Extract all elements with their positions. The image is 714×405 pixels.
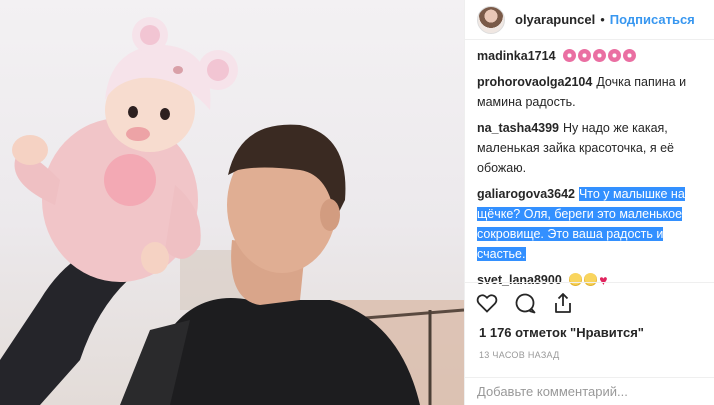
flower-emoji-icon [623,49,637,62]
comments-list: madinka1714 prohorovaolga2104 Дочка папин… [477,46,713,296]
post-header: olyarapuncel • Подписаться [465,0,714,40]
add-comment-box [465,377,714,405]
comment-icon[interactable] [513,291,537,315]
post-timestamp: 13 ЧАСОВ НАЗАД [479,350,560,360]
follow-button[interactable]: Подписаться [610,12,695,27]
post-side-panel: olyarapuncel • Подписаться madinka1714 p… [464,0,714,405]
comment-item: madinka1714 [477,46,713,66]
comment-item: na_tasha4399 Ну надо же какая, маленькая … [477,118,713,178]
comment-item: prohorovaolga2104 Дочка папина и мамина р… [477,72,713,112]
add-comment-input[interactable] [477,384,697,399]
comment-username[interactable]: prohorovaolga2104 [477,75,592,89]
share-icon[interactable] [551,291,575,315]
flower-emoji-icon [593,49,607,62]
likes-count[interactable]: 1 176 отметок "Нравится" [479,325,644,340]
comment-username[interactable]: galiarogova3642 [477,187,575,201]
post-photo[interactable] [0,0,464,405]
flower-emoji-icon [563,49,577,62]
author-avatar[interactable] [477,5,505,34]
comment-item: galiarogova3642 Что у малышке на щёчке? О… [477,184,713,264]
flower-emoji-icon [608,49,622,62]
photo-illustration [0,17,464,405]
comment-username[interactable]: madinka1714 [477,49,556,63]
flower-emoji-icon [578,49,592,62]
post-actions-bar [465,282,714,322]
author-username[interactable]: olyarapuncel [515,12,595,27]
comment-username[interactable]: na_tasha4399 [477,121,559,135]
header-separator: • [600,12,605,27]
heart-icon[interactable] [475,291,499,315]
